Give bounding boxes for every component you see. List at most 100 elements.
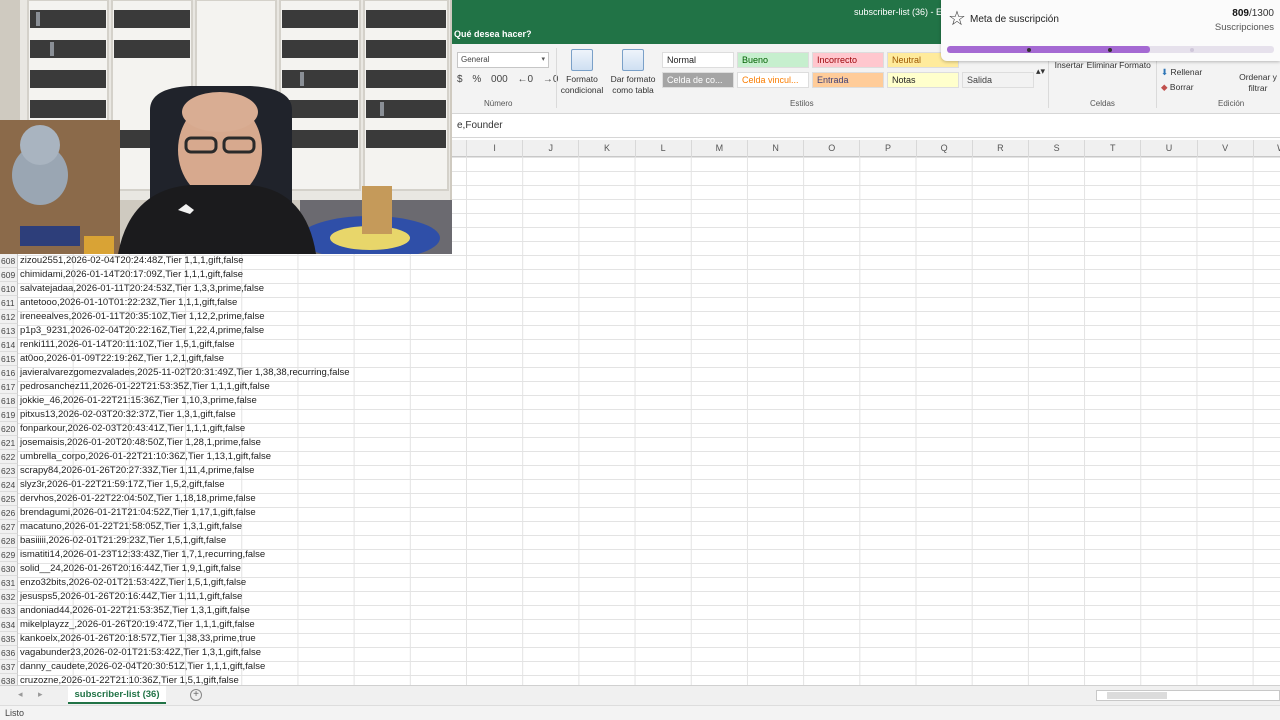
cell-value[interactable]: jesusps5,2026-01-26T20:16:44Z,Tier 1,11,… bbox=[20, 590, 242, 604]
style-linked-cell[interactable]: Celda vincul... bbox=[737, 72, 809, 88]
column-header[interactable]: S bbox=[1028, 140, 1084, 157]
row-number[interactable]: 633 bbox=[0, 604, 18, 618]
sheet-tab[interactable]: subscriber-list (36) bbox=[68, 686, 166, 704]
row-number[interactable]: 610 bbox=[0, 282, 18, 296]
row-number[interactable]: 624 bbox=[0, 478, 18, 492]
clear-button[interactable]: ◆ Borrar bbox=[1161, 82, 1194, 93]
row-number[interactable]: 627 bbox=[0, 520, 18, 534]
row-number[interactable]: 636 bbox=[0, 646, 18, 660]
sort-filter-button[interactable]: Ordenar y filtrar bbox=[1238, 72, 1278, 94]
style-good[interactable]: Bueno bbox=[737, 52, 809, 68]
cell-value[interactable]: scrapy84,2026-01-26T20:27:33Z,Tier 1,11,… bbox=[20, 464, 254, 478]
cell-value[interactable]: at0oo,2026-01-09T22:19:26Z,Tier 1,2,1,gi… bbox=[20, 352, 224, 366]
row-number[interactable]: 635 bbox=[0, 632, 18, 646]
number-format-select[interactable]: General ▾ bbox=[457, 52, 549, 68]
row-number[interactable]: 608 bbox=[0, 254, 18, 268]
row-number[interactable]: 621 bbox=[0, 436, 18, 450]
style-normal[interactable]: Normal bbox=[662, 52, 734, 68]
row-number[interactable]: 625 bbox=[0, 492, 18, 506]
conditional-format-button[interactable]: Formato condicional bbox=[560, 49, 604, 96]
styles-scroll-icon[interactable]: ▴▾ bbox=[1036, 66, 1045, 77]
column-header[interactable]: W bbox=[1252, 140, 1280, 157]
chevron-down-icon[interactable]: ▾ bbox=[541, 55, 545, 63]
column-header[interactable]: U bbox=[1140, 140, 1196, 157]
increase-decimal-button[interactable]: ←0 bbox=[518, 74, 534, 85]
cell-value[interactable]: jokkie_46,2026-01-22T21:15:36Z,Tier 1,10… bbox=[20, 394, 257, 408]
row-number[interactable]: 637 bbox=[0, 660, 18, 674]
cell-value[interactable]: pedrosanchez11,2026-01-22T21:53:35Z,Tier… bbox=[20, 380, 270, 394]
row-number[interactable]: 617 bbox=[0, 380, 18, 394]
cell-value[interactable]: slyz3r,2026-01-22T21:59:17Z,Tier 1,5,2,g… bbox=[20, 478, 225, 492]
row-number[interactable]: 626 bbox=[0, 506, 18, 520]
style-notes[interactable]: Notas bbox=[887, 72, 959, 88]
insert-button[interactable]: Insertar bbox=[1052, 60, 1086, 71]
column-header[interactable]: K bbox=[578, 140, 634, 157]
cell-value[interactable]: chimidami,2026-01-14T20:17:09Z,Tier 1,1,… bbox=[20, 268, 243, 282]
cell-value[interactable]: mikelplayzz_,2026-01-26T20:19:47Z,Tier 1… bbox=[20, 618, 255, 632]
row-number[interactable]: 613 bbox=[0, 324, 18, 338]
add-sheet-icon[interactable]: + bbox=[190, 689, 202, 701]
cell-value[interactable]: antetooo,2026-01-10T01:22:23Z,Tier 1,1,1… bbox=[20, 296, 237, 310]
tell-me-box[interactable]: Qué desea hacer? bbox=[454, 29, 532, 39]
cell-value[interactable]: basiiiii,2026-02-01T21:29:23Z,Tier 1,5,1… bbox=[20, 534, 226, 548]
style-check-cell[interactable]: Celda de co... bbox=[662, 72, 734, 88]
row-number[interactable]: 612 bbox=[0, 310, 18, 324]
column-header[interactable]: P bbox=[859, 140, 915, 157]
cell-value[interactable]: p1p3_9231,2026-02-04T20:22:16Z,Tier 1,22… bbox=[20, 324, 264, 338]
cell-value[interactable]: danny_caudete,2026-02-04T20:30:51Z,Tier … bbox=[20, 660, 265, 674]
row-number[interactable]: 628 bbox=[0, 534, 18, 548]
column-header[interactable]: N bbox=[747, 140, 803, 157]
column-header[interactable]: Q bbox=[915, 140, 972, 157]
percent-button[interactable]: % bbox=[472, 74, 481, 85]
scrollbar-thumb[interactable] bbox=[1107, 692, 1167, 699]
row-number[interactable]: 618 bbox=[0, 394, 18, 408]
cell-value[interactable]: pitxus13,2026-02-03T20:32:37Z,Tier 1,3,1… bbox=[20, 408, 236, 422]
row-number[interactable]: 620 bbox=[0, 422, 18, 436]
horizontal-scrollbar[interactable] bbox=[1096, 690, 1280, 701]
style-input[interactable]: Entrada bbox=[812, 72, 884, 88]
row-number[interactable]: 622 bbox=[0, 450, 18, 464]
thousands-button[interactable]: 000 bbox=[491, 74, 508, 85]
cell-value[interactable]: ismatiti14,2026-01-23T12:33:43Z,Tier 1,7… bbox=[20, 548, 265, 562]
cell-value[interactable]: macatuno,2026-01-22T21:58:05Z,Tier 1,3,1… bbox=[20, 520, 242, 534]
fill-button[interactable]: ⬇ Rellenar bbox=[1161, 67, 1202, 78]
style-bad[interactable]: Incorrecto bbox=[812, 52, 884, 68]
row-number[interactable]: 634 bbox=[0, 618, 18, 632]
row-number[interactable]: 632 bbox=[0, 590, 18, 604]
row-number[interactable]: 638 bbox=[0, 674, 18, 685]
cell-value[interactable]: enzo32bits,2026-02-01T21:53:42Z,Tier 1,5… bbox=[20, 576, 246, 590]
format-button[interactable]: Formato bbox=[1117, 60, 1153, 71]
column-header[interactable]: M bbox=[690, 140, 747, 157]
cell-value[interactable]: javieralvarezgomezvalades,2025-11-02T20:… bbox=[20, 366, 350, 380]
column-header[interactable]: L bbox=[634, 140, 691, 157]
row-number[interactable]: 623 bbox=[0, 464, 18, 478]
column-header[interactable]: R bbox=[971, 140, 1028, 157]
cell-value[interactable]: zizou2551,2026-02-04T20:24:48Z,Tier 1,1,… bbox=[20, 254, 244, 268]
sheet-prev-icon[interactable]: ◂ bbox=[18, 689, 23, 700]
cell-value[interactable]: kankoelx,2026-01-26T20:18:57Z,Tier 1,38,… bbox=[20, 632, 256, 646]
row-number[interactable]: 619 bbox=[0, 408, 18, 422]
currency-button[interactable]: $ bbox=[457, 74, 463, 85]
cell-value[interactable]: ireneealves,2026-01-11T20:35:10Z,Tier 1,… bbox=[20, 310, 265, 324]
cell-value[interactable]: dervhos,2026-01-22T22:04:50Z,Tier 1,18,1… bbox=[20, 492, 256, 506]
row-number[interactable]: 631 bbox=[0, 576, 18, 590]
style-output[interactable]: Salida bbox=[962, 72, 1034, 88]
delete-button[interactable]: Eliminar bbox=[1084, 60, 1120, 71]
column-header[interactable]: V bbox=[1196, 140, 1253, 157]
cell-value[interactable]: salvatejadaa,2026-01-11T20:24:53Z,Tier 1… bbox=[20, 282, 264, 296]
cell-value[interactable]: fonparkour,2026-02-03T20:43:41Z,Tier 1,1… bbox=[20, 422, 245, 436]
cell-value[interactable]: renki111,2026-01-14T20:11:10Z,Tier 1,5,1… bbox=[20, 338, 235, 352]
row-number[interactable]: 615 bbox=[0, 352, 18, 366]
row-number[interactable]: 609 bbox=[0, 268, 18, 282]
column-header[interactable]: T bbox=[1084, 140, 1140, 157]
column-header[interactable]: O bbox=[803, 140, 859, 157]
row-number[interactable]: 629 bbox=[0, 548, 18, 562]
formula-bar[interactable]: e,Founder bbox=[452, 114, 1280, 138]
cell-value[interactable]: josemaisis,2026-01-20T20:48:50Z,Tier 1,2… bbox=[20, 436, 261, 450]
column-header[interactable]: J bbox=[522, 140, 578, 157]
row-number[interactable]: 616 bbox=[0, 366, 18, 380]
column-header[interactable]: I bbox=[466, 140, 522, 157]
cell-value[interactable]: vagabunder23,2026-02-01T21:53:42Z,Tier 1… bbox=[20, 646, 261, 660]
row-number[interactable]: 611 bbox=[0, 296, 18, 310]
sheet-next-icon[interactable]: ▸ bbox=[38, 689, 43, 700]
